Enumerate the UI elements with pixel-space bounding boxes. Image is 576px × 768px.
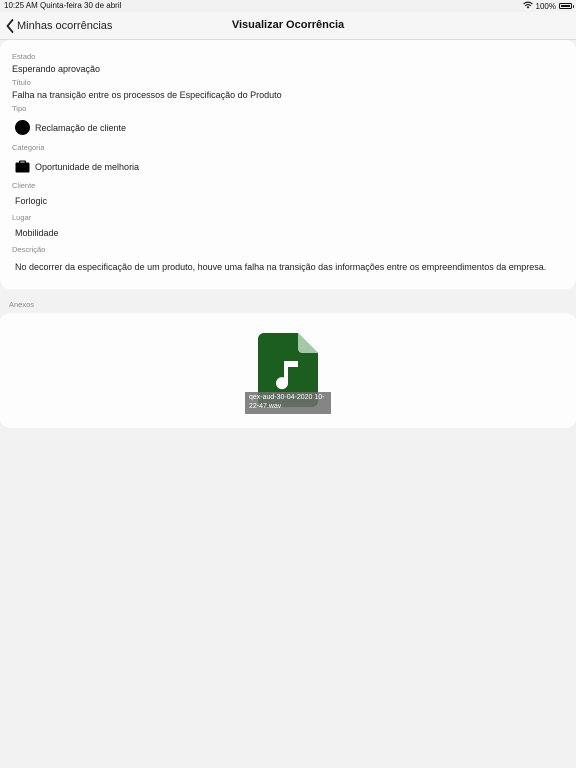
battery-percent: 100%: [535, 1, 556, 11]
wifi-icon: [522, 1, 533, 11]
cliente-label: Cliente: [12, 181, 36, 190]
circle-icon: [15, 120, 30, 135]
lugar-value: Mobilidade: [15, 228, 59, 238]
attachment-file-name: qex-aud-30-04-2020 10-22-47.wav: [245, 392, 331, 414]
attachment-file[interactable]: qex-aud-30-04-2020 10-22-47.wav: [245, 333, 331, 415]
navigation-bar: Minhas ocorrências Visualizar Ocorrência: [0, 12, 576, 40]
descricao-value: No decorrer da especificação de um produ…: [15, 262, 547, 272]
status-bar: 10:25 AM Quinta-feira 30 de abril 100%: [0, 0, 576, 12]
briefcase-icon: [15, 158, 30, 175]
tipo-value: Reclamação de cliente: [35, 122, 127, 133]
cliente-value: Forlogic: [15, 196, 48, 206]
attachments-card: qex-aud-30-04-2020 10-22-47.wav: [0, 313, 576, 428]
descricao-label: Descrição: [12, 245, 46, 254]
status-time: 10:25 AM: [4, 1, 38, 10]
lugar-label: Lugar: [12, 213, 32, 222]
attachments-section-label: Anexos: [9, 300, 35, 309]
estado-label: Estado: [12, 52, 36, 61]
categoria-label: Categoria: [12, 143, 45, 152]
categoria-row: Oportunidade de melhoria: [15, 158, 139, 175]
page-title: Visualizar Ocorrência: [231, 19, 345, 31]
status-date: Quinta-feira 30 de abril: [40, 1, 122, 10]
battery-icon: [559, 3, 574, 9]
tipo-row: Reclamação de cliente: [15, 120, 126, 135]
status-right: 100%: [522, 1, 574, 11]
titulo-value: Falha na transição entre os processos de…: [12, 90, 282, 100]
titulo-label: Título: [12, 78, 31, 87]
estado-value: Esperando aprovação: [12, 64, 101, 74]
categoria-value: Oportunidade de melhoria: [35, 161, 140, 172]
tipo-label: Tipo: [12, 104, 27, 113]
occurrence-details-card: Estado Esperando aprovação Título Falha …: [0, 40, 576, 289]
